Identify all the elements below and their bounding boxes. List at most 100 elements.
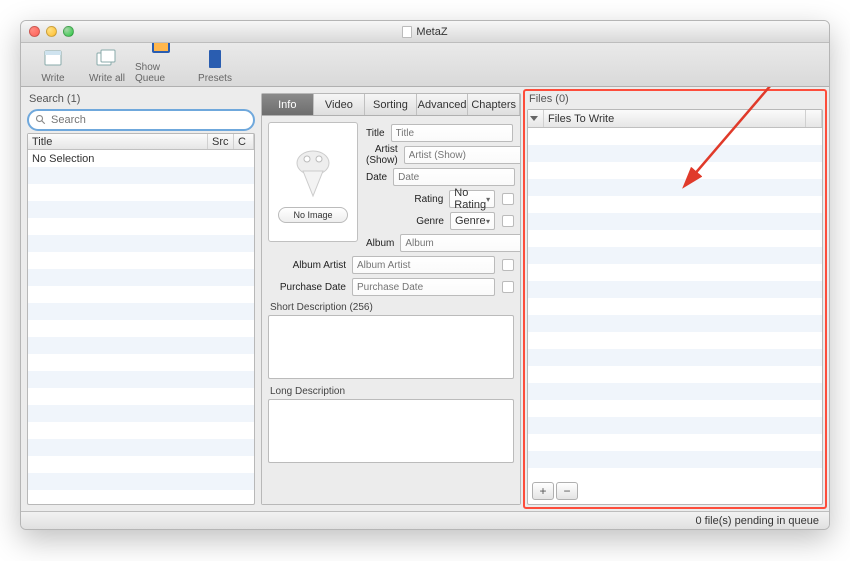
file-row xyxy=(528,349,822,366)
genre-label: Genre xyxy=(366,216,446,227)
album-artist-label: Album Artist xyxy=(268,260,348,271)
search-results-list: Title Src C No Selection xyxy=(27,133,255,505)
purchase-date-check[interactable] xyxy=(502,281,514,293)
write-button[interactable]: Write xyxy=(27,47,79,84)
write-icon xyxy=(40,47,66,71)
purchase-date-field[interactable] xyxy=(352,278,495,296)
genre-value: Genre xyxy=(455,215,486,227)
artist-show-field[interactable] xyxy=(404,146,520,164)
genre-check[interactable] xyxy=(502,215,514,227)
rating-select[interactable]: No Rating xyxy=(449,190,495,208)
files-header[interactable]: Files To Write xyxy=(528,110,822,128)
list-item xyxy=(28,405,254,422)
list-item xyxy=(28,252,254,269)
tag-placeholder-icon xyxy=(288,141,338,201)
list-item xyxy=(28,235,254,252)
file-row xyxy=(528,264,822,281)
window-title: MetaZ xyxy=(21,26,829,38)
rating-value: No Rating xyxy=(454,187,486,211)
long-desc-field[interactable] xyxy=(268,399,514,463)
file-row xyxy=(528,145,822,162)
artwork-well[interactable]: No Image xyxy=(268,122,358,242)
file-row xyxy=(528,383,822,400)
content-area: Search (1) Title Src C No Selection xyxy=(21,87,829,511)
search-field[interactable] xyxy=(27,109,255,131)
app-window: MetaZ Write Write all Show Queue Presets… xyxy=(20,20,830,530)
purchase-date-label: Purchase Date xyxy=(268,282,348,293)
album-artist-check[interactable] xyxy=(502,259,514,271)
presets-label: Presets xyxy=(198,73,232,84)
file-row xyxy=(528,179,822,196)
long-desc-label: Long Description xyxy=(268,382,514,399)
list-item xyxy=(28,388,254,405)
tab-info[interactable]: Info xyxy=(262,94,314,115)
tab-advanced[interactable]: Advanced xyxy=(417,94,469,115)
minimize-window-button[interactable] xyxy=(46,26,57,37)
close-window-button[interactable] xyxy=(29,26,40,37)
file-row xyxy=(528,451,822,468)
status-text: 0 file(s) pending in queue xyxy=(695,515,819,527)
show-queue-button[interactable]: Show Queue xyxy=(135,36,187,84)
rating-check[interactable] xyxy=(502,193,514,205)
files-header-label: Files To Write xyxy=(544,110,806,127)
right-pane: Files (0) Files To Write xyxy=(527,93,823,505)
title-label: Title xyxy=(366,128,387,139)
col-src[interactable]: Src xyxy=(208,134,234,149)
file-row xyxy=(528,332,822,349)
search-input[interactable] xyxy=(51,114,247,126)
file-row xyxy=(528,247,822,264)
tab-sorting[interactable]: Sorting xyxy=(365,94,417,115)
status-bar: 0 file(s) pending in queue xyxy=(21,511,829,529)
no-image-button[interactable]: No Image xyxy=(278,207,348,223)
list-item xyxy=(28,167,254,184)
file-row xyxy=(528,434,822,451)
write-label: Write xyxy=(41,73,64,84)
list-item xyxy=(28,439,254,456)
titlebar: MetaZ xyxy=(21,21,829,43)
traffic-lights xyxy=(29,26,74,37)
short-desc-field[interactable] xyxy=(268,315,514,379)
remove-file-button[interactable]: − xyxy=(556,482,578,500)
tab-video[interactable]: Video xyxy=(314,94,366,115)
genre-select[interactable]: Genre xyxy=(450,212,495,230)
files-buttons: + − xyxy=(528,478,822,504)
album-artist-field[interactable] xyxy=(352,256,495,274)
row-text: No Selection xyxy=(32,153,94,165)
search-columns: Title Src C xyxy=(28,134,254,150)
rating-label: Rating xyxy=(366,194,445,205)
file-row xyxy=(528,213,822,230)
artist-show-label: Artist (Show) xyxy=(366,144,400,166)
add-file-button[interactable]: + xyxy=(532,482,554,500)
info-body: No Image Title Artist (Show) Date Rating… xyxy=(262,116,520,504)
date-field[interactable] xyxy=(393,168,515,186)
zoom-window-button[interactable] xyxy=(63,26,74,37)
list-item xyxy=(28,354,254,371)
list-item xyxy=(28,422,254,439)
presets-button[interactable]: Presets xyxy=(189,47,241,84)
tab-chapters[interactable]: Chapters xyxy=(468,94,520,115)
list-item xyxy=(28,218,254,235)
date-label: Date xyxy=(366,172,389,183)
list-item xyxy=(28,337,254,354)
album-field[interactable] xyxy=(400,234,520,252)
show-queue-label: Show Queue xyxy=(135,62,187,84)
write-all-button[interactable]: Write all xyxy=(81,47,133,84)
list-item xyxy=(28,269,254,286)
tabs: Info Video Sorting Advanced Chapters xyxy=(262,94,520,116)
document-icon xyxy=(402,26,412,38)
files-label: Files (0) xyxy=(527,93,823,107)
files-panel: Files To Write xyxy=(527,109,823,505)
window-title-text: MetaZ xyxy=(416,26,447,38)
list-item xyxy=(28,371,254,388)
short-desc-label: Short Description (256) xyxy=(268,298,514,315)
col-c[interactable]: C xyxy=(234,134,254,149)
info-pane: Info Video Sorting Advanced Chapters No … xyxy=(261,93,521,505)
list-item xyxy=(28,320,254,337)
files-rows[interactable] xyxy=(528,128,822,478)
disclosure-icon[interactable] xyxy=(528,110,544,127)
title-field[interactable] xyxy=(391,124,513,142)
list-item xyxy=(28,473,254,490)
col-title[interactable]: Title xyxy=(28,134,208,149)
write-all-label: Write all xyxy=(89,73,125,84)
list-item[interactable]: No Selection xyxy=(28,150,254,167)
